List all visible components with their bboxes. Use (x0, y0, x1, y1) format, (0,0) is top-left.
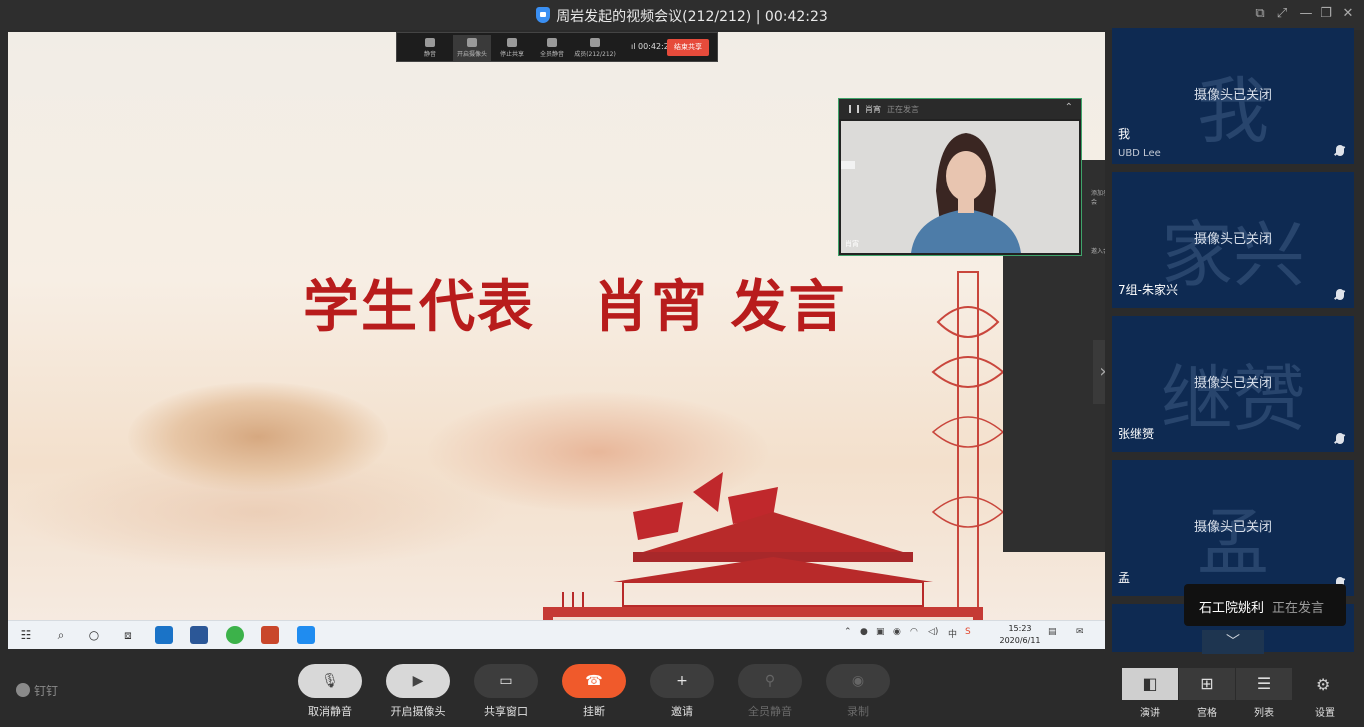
signal-icon: ıl (631, 42, 638, 51)
start-icon[interactable]: ☷ (18, 627, 34, 643)
task-view-icon[interactable]: ⧈ (120, 627, 136, 643)
screenshot-icon[interactable]: ⧉ (1252, 6, 1268, 22)
share-screen-icon (507, 38, 517, 47)
share-control-bar: 静音 开启摄像头 停止共享 全员静音 成员(212/212) ıl 00:42:… (396, 32, 718, 62)
participant-name: 孟 (1118, 571, 1131, 585)
participant-tile[interactable]: 继赟 摄像头已关闭 张继赟 (1112, 316, 1354, 452)
participant-name: 7组-朱家兴 (1118, 283, 1178, 297)
invite-join-item[interactable]: 邀入会 (1091, 246, 1105, 255)
mute-all-icon: ⚲ (764, 673, 776, 689)
speaker-status: 正在发言 (887, 105, 919, 114)
slide-title: 学生代表 肖宵 发言 (303, 275, 847, 340)
tray-wifi-icon[interactable]: ◠ (910, 627, 918, 637)
speaker-header: 肖宵 正在发言 ⌃ (839, 99, 1081, 119)
minimize-icon[interactable]: — (1298, 6, 1314, 22)
add-participant-item[interactable]: 添加参会 (1091, 188, 1105, 206)
collapse-chevron-icon[interactable]: ⌃ (1065, 102, 1073, 113)
dingtalk-logo-icon (16, 683, 30, 697)
participant-name: 张继赟 (1118, 427, 1155, 441)
hangup-icon: ☎ (585, 673, 603, 689)
speaker-name: 肖宵 (865, 105, 881, 114)
tray-app-icon[interactable]: ▣ (876, 627, 885, 637)
speaker-video-label: 肖宵 (845, 240, 859, 248)
end-share-button[interactable]: 结束共享 (667, 39, 709, 56)
windows-taskbar: ☷ ⌕ ○ ⧈ ⌃ ● ▣ ◉ ◠ ◁) 中 S 15:23 2020/6/11… (8, 620, 1105, 649)
mic-muted-icon (1336, 289, 1344, 300)
mic-icon (425, 38, 435, 47)
stop-share-button[interactable]: 停止共享 (493, 35, 531, 61)
word-app-icon[interactable] (190, 626, 208, 644)
mute-all-button[interactable]: ⚲ 全员静音 (738, 664, 802, 719)
tray-extra-icon[interactable]: ✉ (1076, 627, 1084, 637)
speaking-name: 石工院姚利 (1199, 601, 1265, 616)
settings-label[interactable]: 设置 (1310, 704, 1340, 719)
person-video-image (841, 121, 1079, 253)
search-icon[interactable]: ⌕ (53, 627, 69, 643)
share-mute-button[interactable]: 静音 (411, 35, 449, 61)
speaking-state: 正在发言 (1272, 601, 1325, 616)
window-title: 周岩发起的视频会议(212/212) | 00:42:23 (0, 6, 1364, 26)
start-camera-button[interactable]: ▶ 开启摄像头 (386, 664, 450, 719)
invite-button[interactable]: + 邀请 (650, 664, 714, 719)
browser-app-icon[interactable] (226, 626, 244, 644)
unmute-button[interactable]: 🎙 取消静音 (298, 664, 362, 719)
tray-mic-icon[interactable]: ● (860, 627, 868, 637)
tray-volume-icon[interactable]: ◁) (928, 627, 938, 637)
close-icon[interactable]: ✕ (1340, 6, 1356, 22)
mountain-illustration (128, 382, 388, 492)
mute-all-icon (547, 38, 557, 47)
tray-qq-icon[interactable]: ◉ (893, 627, 901, 637)
audio-level-icon (849, 105, 859, 113)
participant-name: 我 (1118, 127, 1131, 141)
tray-lang[interactable]: 中 (948, 627, 957, 640)
grid-view-icon: ⊞ (1200, 674, 1214, 693)
title-bar: 周岩发起的视频会议(212/212) | 00:42:23 ⧉ ⤢ — ❐ ✕ (0, 0, 1364, 30)
participant-subname: UBD Lee (1118, 148, 1161, 159)
tray-chevron-icon[interactable]: ⌃ (844, 627, 852, 637)
members-icon (590, 38, 600, 47)
list-view-button[interactable]: ☰ (1236, 668, 1292, 700)
members-button[interactable]: 成员(212/212) (573, 35, 617, 61)
participant-tile[interactable]: 家兴 摄像头已关闭 7组-朱家兴 (1112, 172, 1354, 308)
mic-muted-icon (1336, 433, 1344, 444)
camera-off-icon: ▶ (412, 673, 424, 689)
tray-notify-icon[interactable]: ▤ (1048, 627, 1057, 637)
powerpoint-app-icon[interactable] (261, 626, 279, 644)
record-icon: ◉ (851, 673, 865, 689)
share-mute-all-button[interactable]: 全员静音 (533, 35, 571, 61)
speaker-view-button[interactable]: ◧ (1122, 668, 1178, 700)
brand: 钉钉 (16, 682, 58, 699)
participant-tile[interactable]: 孟 摄像头已关闭 孟 (1112, 460, 1354, 596)
speaker-video-window[interactable]: 肖宵 正在发言 ⌃ 肖宵 (838, 98, 1082, 256)
maximize-icon[interactable]: ❐ (1318, 6, 1334, 22)
dingtalk-app-icon[interactable] (297, 626, 315, 644)
camera-icon (467, 38, 477, 47)
invite-icon: + (676, 673, 688, 689)
list-view-icon: ☰ (1256, 674, 1272, 693)
grid-view-button[interactable]: ⊞ (1179, 668, 1235, 700)
tray-input-icon[interactable]: S (965, 627, 971, 637)
meeting-title: 周岩发起的视频会议(212/212) (556, 9, 752, 25)
gallery-scroll-down-icon[interactable]: ﹀ (1202, 630, 1264, 654)
speaker-view-icon: ◧ (1142, 674, 1158, 693)
share-screen-icon: ▭ (499, 673, 513, 689)
speaking-toast: 石工院姚利 正在发言 (1184, 584, 1346, 626)
record-button[interactable]: ◉ 录制 (826, 664, 890, 719)
meeting-timer: 00:42:23 (764, 9, 828, 25)
share-window-button[interactable]: ▭ 共享窗口 (474, 664, 538, 719)
expand-panel-chevron-icon[interactable]: › (1093, 340, 1105, 404)
cortana-icon[interactable]: ○ (86, 627, 102, 643)
mic-muted-icon: 🎙 (321, 673, 339, 689)
meeting-window: 周岩发起的视频会议(212/212) | 00:42:23 ⧉ ⤢ — ❐ ✕ … (0, 0, 1364, 727)
share-camera-button[interactable]: 开启摄像头 (453, 35, 491, 61)
teamviewer-app-icon[interactable] (155, 626, 173, 644)
participant-tile[interactable]: 我 摄像头已关闭 我 UBD Lee (1112, 28, 1354, 164)
settings-icon[interactable]: ⚙ (1316, 675, 1330, 694)
taskbar-clock[interactable]: 15:23 2020/6/11 (998, 623, 1042, 647)
lock-shield-icon (536, 7, 551, 23)
speaker-video-feed: 肖宵 (841, 121, 1079, 253)
hangup-button[interactable]: ☎ 挂断 (562, 664, 626, 719)
popout-icon[interactable]: ⤢ (1274, 6, 1290, 22)
mic-muted-icon (1336, 145, 1344, 156)
